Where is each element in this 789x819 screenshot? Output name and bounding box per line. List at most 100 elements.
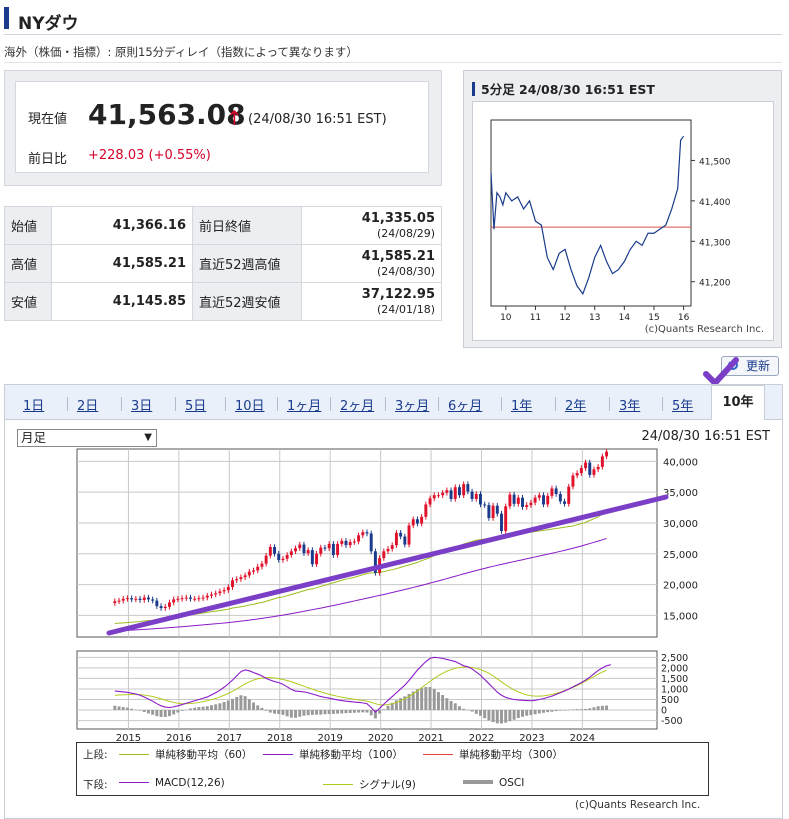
chevron-down-icon: ▼ <box>144 432 152 443</box>
candle-body <box>428 498 432 505</box>
osci-bar <box>537 710 541 714</box>
price-box-inner: 現在値 41,563.08 ↑ (24/08/30 16:51 EST) 前日比… <box>15 81 429 173</box>
stat-label: 高値 <box>4 244 52 283</box>
osci-bar <box>432 688 436 711</box>
candle-body <box>310 550 314 565</box>
candle-body <box>436 495 440 497</box>
tab-6ヶ月[interactable]: 6ヶ月 <box>448 395 482 414</box>
change-value: +228.03 (+0.55%) <box>88 148 211 163</box>
macd-y-tick-label: 1,000 <box>661 684 688 695</box>
stat-label: 直近52週高値 <box>192 244 302 283</box>
osci-bar <box>449 700 453 711</box>
osci-bar <box>121 707 125 711</box>
candle-body <box>399 532 403 537</box>
up-arrow-icon: ↑ <box>226 106 243 130</box>
tab-3ヶ月[interactable]: 3ヶ月 <box>395 395 429 414</box>
osci-bar <box>462 708 466 711</box>
osci-bar <box>512 710 516 720</box>
tab-2年[interactable]: 2年 <box>565 395 586 414</box>
candle-body <box>146 597 150 600</box>
candle-body <box>285 555 289 559</box>
tab-separator <box>662 397 663 411</box>
osci-bar <box>323 710 327 715</box>
candle-body <box>214 593 218 595</box>
candle-body <box>453 487 457 499</box>
tab-3年[interactable]: 3年 <box>619 395 640 414</box>
stat-value: 37,122.95 (24/01/18) <box>301 282 442 321</box>
osci-bar <box>151 710 155 715</box>
osci-bar <box>231 698 234 711</box>
tab-1年[interactable]: 1年 <box>511 395 532 414</box>
legend-swatch <box>263 754 293 755</box>
candle-body <box>365 532 369 534</box>
tab-5年[interactable]: 5年 <box>672 395 693 414</box>
quote-timestamp: (24/08/30 16:51 EST) <box>248 112 387 127</box>
delay-notice: 海外（株価・指標）: 原則15分ディレイ（指数によって異なります） <box>4 45 358 59</box>
tab-1ヶ月[interactable]: 1ヶ月 <box>287 395 321 414</box>
osci-bar <box>264 710 268 711</box>
osci-bar <box>214 704 218 711</box>
candle-body <box>441 492 445 496</box>
tab-separator <box>225 397 226 411</box>
osci-bar <box>500 710 503 724</box>
intraday-chart: 41,500 41,400 41,300 41,200 10 11 12 13 14 15 16(c… <box>490 119 764 335</box>
candle-body <box>516 497 520 504</box>
x-tick-label: 12 <box>559 313 570 323</box>
candle-body <box>579 468 583 474</box>
candle-body <box>504 506 508 531</box>
osci-bar <box>155 710 159 717</box>
period-select-value: 月足 <box>21 430 47 445</box>
osci-bar <box>483 710 487 719</box>
candle-body <box>588 462 592 475</box>
osci-bar <box>172 710 176 715</box>
stat-value-number: 37,122.95 <box>361 286 435 302</box>
page-title: NYダウ <box>18 14 79 34</box>
tab-3日[interactable]: 3日 <box>131 395 152 414</box>
candle-body <box>277 553 281 560</box>
osci-bar <box>470 710 474 712</box>
change-label: 前日比 <box>28 152 68 167</box>
candle-body <box>592 469 596 475</box>
osci-bar <box>176 710 180 713</box>
osci-bar <box>487 710 491 721</box>
candle-body <box>596 466 600 470</box>
intraday-plot-frame: 41,500 41,400 41,300 41,200 10 11 12 13 14 15 16 (c… <box>472 101 774 341</box>
legend-item-macd: MACD(12,26) <box>113 777 225 789</box>
intraday-chart-panel: 5分足 24/08/30 16:51 EST 41,500 41,400 41,30… <box>463 70 782 348</box>
osci-bar <box>138 710 142 711</box>
stat-value: 41,145.85 <box>51 282 193 321</box>
chart-legend: 上段: 単純移動平均（60） 単純移動平均（100） 単純移動平均（300） 下… <box>76 742 709 796</box>
candle-body <box>243 575 247 578</box>
osci-bar <box>348 710 352 713</box>
osci-bar <box>550 710 554 712</box>
candle-body <box>113 601 117 604</box>
tab-10日[interactable]: 10日 <box>235 395 265 414</box>
tab-2日[interactable]: 2日 <box>77 395 98 414</box>
y-tick-label: 41,200 <box>699 279 731 289</box>
osci-bar <box>605 705 609 711</box>
macd-y-tick-label: -500 <box>661 716 683 727</box>
osci-bar <box>184 709 188 711</box>
osci-bar <box>268 710 272 713</box>
tab-2ヶ月[interactable]: 2ヶ月 <box>340 395 374 414</box>
legend-swatch <box>323 784 353 785</box>
osci-bar <box>134 709 138 711</box>
osci-bar <box>247 699 251 711</box>
candle-body <box>479 493 482 505</box>
osci-bar <box>546 710 550 713</box>
price-plot-area <box>76 448 658 638</box>
legend-swatch <box>119 754 149 755</box>
candle-body <box>239 577 243 580</box>
tab-10年[interactable]: 10年 <box>711 385 765 420</box>
tab-5日[interactable]: 5日 <box>185 395 206 414</box>
candle-body <box>382 551 386 559</box>
osci-bar <box>189 708 192 711</box>
candle-body <box>542 495 545 505</box>
candle-body <box>457 487 461 496</box>
legend-lower-label: 下段: <box>83 779 108 791</box>
tab-1日[interactable]: 1日 <box>23 395 44 414</box>
y-tick-label: 25,000 <box>663 550 698 561</box>
osci-bar <box>285 710 289 717</box>
candle-body <box>415 519 419 524</box>
candle-body <box>302 544 306 554</box>
